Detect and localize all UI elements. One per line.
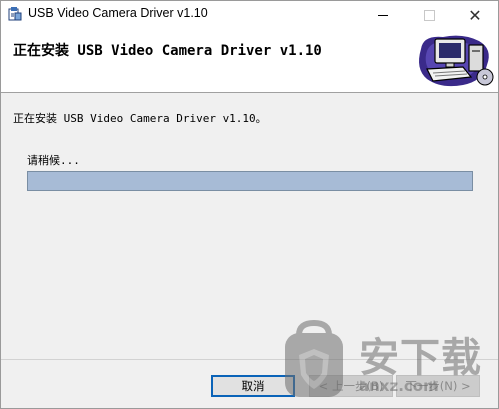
banner-title: 正在安装 USB Video Camera Driver v1.10	[13, 43, 322, 59]
maximize-button[interactable]	[406, 1, 452, 29]
header-banner: 正在安装 USB Video Camera Driver v1.10	[1, 29, 498, 93]
close-button[interactable]: ✕	[452, 1, 498, 29]
close-icon: ✕	[468, 5, 482, 25]
next-button[interactable]: 下一步(N) >	[396, 375, 480, 397]
installer-window: USB Video Camera Driver v1.10 ✕ 正在安装 USB…	[0, 0, 499, 409]
cancel-button[interactable]: 取消	[211, 375, 295, 397]
back-button[interactable]: < 上一步(B)	[309, 375, 393, 397]
minimize-button[interactable]	[360, 1, 406, 29]
computer-install-graphic	[419, 35, 494, 87]
install-status-text: 正在安装 USB Video Camera Driver v1.10。	[13, 112, 267, 125]
window-title: USB Video Camera Driver v1.10	[28, 6, 208, 20]
installer-app-icon	[8, 7, 22, 21]
install-progress-bar	[27, 171, 473, 191]
title-bar[interactable]: USB Video Camera Driver v1.10 ✕	[1, 1, 498, 29]
footer-divider	[1, 359, 498, 360]
maximize-icon	[423, 9, 435, 21]
progress-fill	[28, 172, 472, 190]
minimize-icon	[378, 14, 388, 16]
wait-label: 请稍候...	[27, 154, 80, 167]
